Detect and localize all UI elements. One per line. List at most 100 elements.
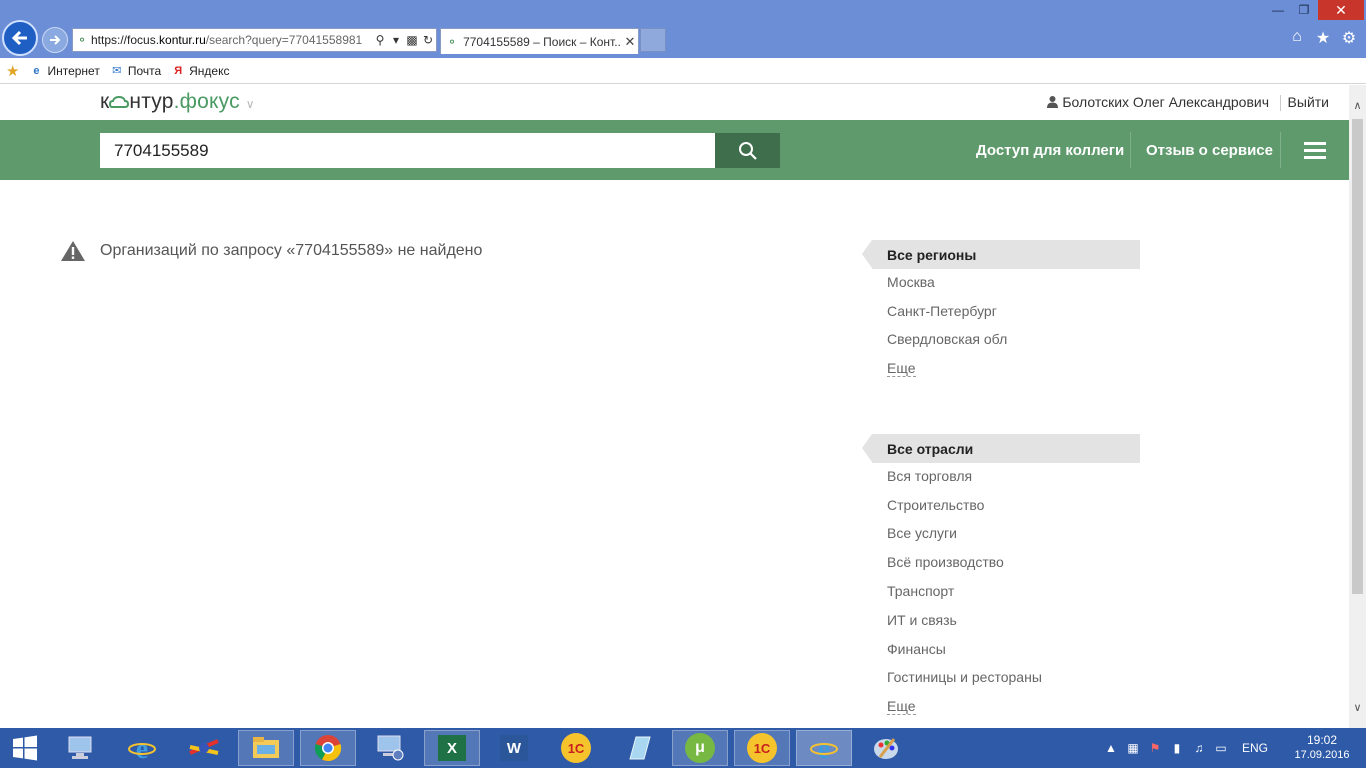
minimize-icon[interactable]: — — [1266, 0, 1290, 20]
lock-icon[interactable]: ▩ — [404, 33, 420, 47]
filter-region-item[interactable]: Санкт-Петербург — [887, 303, 997, 319]
browser-tab-active[interactable]: ⚬ 7704155589 – Поиск – Конт... ✕ — [440, 28, 639, 54]
favorite-internet[interactable]: e Интернет — [29, 64, 99, 78]
filter-all-regions[interactable]: Все регионы — [862, 240, 1140, 269]
taskbar-1c-enterprise-icon[interactable] — [176, 730, 232, 766]
gear-icon[interactable]: ⚙ — [1340, 28, 1358, 48]
forward-button[interactable] — [42, 27, 68, 53]
yandex-icon: Я — [174, 64, 183, 77]
user-profile[interactable]: Болотских Олег Александрович — [1047, 94, 1269, 110]
back-button[interactable] — [2, 20, 38, 56]
taskbar-word-icon[interactable]: W — [486, 730, 542, 766]
dropdown-icon[interactable]: ▾ — [388, 33, 404, 47]
scroll-thumb[interactable] — [1352, 119, 1363, 594]
tray-flag-icon[interactable]: ⚑ — [1144, 741, 1166, 755]
taskbar-ie-icon[interactable]: e — [114, 730, 170, 766]
taskbar-explorer-icon[interactable] — [238, 730, 294, 766]
filter-region-item[interactable]: Москва — [887, 274, 935, 290]
browser-tools: ⌂ ★ ⚙ — [1288, 28, 1358, 48]
windows-logo-icon — [13, 735, 37, 761]
site-header: к нтур.фокус ∨ Болотских Олег Александрови… — [0, 85, 1349, 120]
filter-region-item[interactable]: Свердловская обл — [887, 331, 1007, 347]
not-found-text: Организаций по запросу «7704155589» не н… — [100, 242, 483, 259]
user-icon — [1047, 96, 1059, 108]
favorites-add-icon[interactable]: ★ — [6, 62, 19, 80]
system-tray: ▲ ▦ ⚑ ▮ ♫ ▭ ENG 19:02 17.09.2016 — [1100, 728, 1366, 768]
clock-date: 17.09.2016 — [1294, 749, 1350, 761]
hamburger-menu-icon[interactable] — [1304, 142, 1326, 160]
back-arrow-icon — [11, 30, 27, 46]
favorites-star-icon[interactable]: ★ — [1314, 28, 1332, 48]
filter-industry-item[interactable]: Всё производство — [887, 554, 1004, 570]
close-window-icon[interactable]: ✕ — [1318, 0, 1364, 20]
logo[interactable]: к нтур.фокус ∨ — [100, 90, 255, 114]
taskbar-1c-icon[interactable]: 1С — [548, 730, 604, 766]
forward-arrow-icon — [50, 35, 61, 45]
close-tab-icon[interactable]: ✕ — [622, 34, 638, 50]
address-bar[interactable]: ⚬ https://focus.kontur.ru/search?query=7… — [72, 28, 437, 52]
clock-time: 19:02 — [1306, 733, 1338, 747]
filter-industry-item[interactable]: ИТ и связь — [887, 612, 957, 628]
filter-industry-item[interactable]: Вся торговля — [887, 468, 972, 484]
svg-text:e: e — [818, 734, 830, 762]
taskbar-1c-second-icon[interactable]: 1С — [734, 730, 790, 766]
search-icon[interactable]: ⚲ — [372, 33, 388, 47]
tray-windows-icon[interactable]: ▦ — [1122, 741, 1144, 755]
taskbar-ie-active-icon[interactable]: e — [796, 730, 852, 766]
address-url[interactable]: https://focus.kontur.ru/search?query=770… — [91, 33, 372, 47]
refresh-icon[interactable]: ↻ — [420, 33, 436, 47]
restore-icon[interactable]: ❐ — [1292, 0, 1316, 20]
tray-volume-icon[interactable]: ♫ — [1188, 741, 1210, 755]
header-divider — [1280, 95, 1281, 111]
favorite-mail[interactable]: ✉ Почта — [110, 64, 161, 78]
filter-all-industries[interactable]: Все отрасли — [862, 434, 1140, 463]
start-button[interactable] — [0, 728, 50, 768]
taskbar-chrome-icon[interactable] — [300, 730, 356, 766]
filter-industry-item[interactable]: Строительство — [887, 497, 984, 513]
browser-titlebar: ⚬ https://focus.kontur.ru/search?query=7… — [0, 0, 1366, 58]
taskbar-computer-icon[interactable] — [52, 730, 108, 766]
taskbar-paint-icon[interactable] — [858, 730, 914, 766]
mail-icon: ✉ — [112, 65, 122, 77]
logout-link[interactable]: Выйти — [1288, 94, 1329, 110]
tray-language[interactable]: ENG — [1242, 741, 1268, 755]
taskbar: e X W 1С μ 1С e ▲ ▦ ⚑ ▮ ♫ ▭ ENG 19:02 17… — [0, 728, 1366, 768]
tray-expand-icon[interactable]: ▲ — [1100, 741, 1122, 755]
svg-text:e: e — [136, 734, 148, 762]
taskbar-excel-icon[interactable]: X — [424, 730, 480, 766]
tab-favicon-icon: ⚬ — [447, 34, 458, 49]
not-found-message: Организаций по запросу «7704155589» не н… — [60, 240, 482, 262]
industries-more-link[interactable]: Еще — [887, 698, 916, 715]
filter-industry-item[interactable]: Транспорт — [887, 583, 954, 599]
taskbar-remote-desktop-icon[interactable] — [362, 730, 418, 766]
new-tab-button[interactable] — [640, 28, 666, 52]
user-name: Болотских Олег Александрович — [1062, 94, 1269, 110]
favorites-bar: ★ e Интернет ✉ Почта Я Яндекс — [0, 58, 1366, 84]
scroll-down-icon[interactable]: ∨ — [1349, 699, 1366, 716]
taskbar-notepad-icon[interactable] — [610, 730, 666, 766]
search-button[interactable] — [715, 133, 780, 168]
filter-industry-item[interactable]: Все услуги — [887, 525, 957, 541]
home-icon[interactable]: ⌂ — [1288, 28, 1306, 48]
filter-industry-item[interactable]: Финансы — [887, 641, 946, 657]
chevron-down-icon[interactable]: ∨ — [246, 97, 255, 111]
nav-divider — [1280, 132, 1281, 168]
scroll-up-icon[interactable]: ∧ — [1349, 97, 1366, 114]
colleague-access-link[interactable]: Доступ для коллеги — [976, 142, 1124, 159]
regions-more-link[interactable]: Еще — [887, 360, 916, 377]
search-icon — [738, 141, 757, 160]
ie-icon: e — [33, 64, 40, 77]
page-content: к нтур.фокус ∨ Болотских Олег Александрови… — [0, 85, 1349, 728]
page-scrollbar[interactable]: ∧ ∨ — [1349, 85, 1366, 728]
tray-network-icon[interactable]: ▭ — [1210, 741, 1232, 755]
taskbar-utorrent-icon[interactable]: μ — [672, 730, 728, 766]
filter-industry-item[interactable]: Гостиницы и рестораны — [887, 669, 1042, 685]
favorite-yandex[interactable]: Я Яндекс — [171, 64, 229, 78]
tray-power-icon[interactable]: ▮ — [1166, 741, 1188, 755]
tray-clock[interactable]: 19:02 17.09.2016 — [1286, 733, 1358, 763]
search-input[interactable] — [100, 133, 715, 168]
feedback-link[interactable]: Отзыв о сервисе — [1146, 142, 1273, 159]
warning-icon — [61, 241, 85, 261]
logo-cloud-icon — [109, 95, 130, 108]
site-favicon-icon: ⚬ — [76, 33, 88, 47]
